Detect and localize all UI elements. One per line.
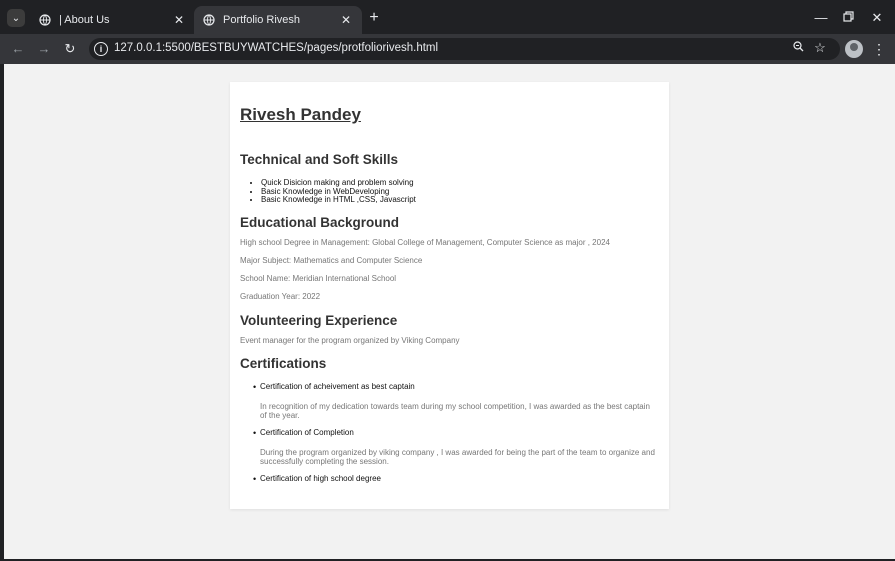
volunteering-text: Event manager for the program organized … xyxy=(240,335,460,345)
bookmark-star-icon[interactable]: ☆ xyxy=(812,40,828,56)
volunteering-heading: Volunteering Experience xyxy=(240,312,398,328)
minimize-icon[interactable]: — xyxy=(813,10,829,26)
portfolio-card: Rivesh Pandey Technical and Soft Skills … xyxy=(230,82,669,509)
tab-strip: ⌄ | About Us ✕ Portfolio Rivesh ✕ + — ✕ xyxy=(0,0,895,34)
url-text[interactable]: 127.0.0.1:5500/BESTBUYWATCHES/pages/prot… xyxy=(114,42,438,54)
page-viewport: Rivesh Pandey Technical and Soft Skills … xyxy=(4,64,895,559)
certification-title: Certification of high school degree xyxy=(253,474,659,483)
tab-about-us[interactable]: | About Us ✕ xyxy=(30,6,195,34)
skills-heading: Technical and Soft Skills xyxy=(240,152,399,167)
tab-title: Portfolio Rivesh xyxy=(223,14,301,26)
close-icon[interactable]: ✕ xyxy=(171,12,187,28)
education-heading: Educational Background xyxy=(240,214,400,230)
zoom-icon[interactable] xyxy=(790,41,806,57)
education-degree: High school Degree in Management: Global… xyxy=(240,237,610,247)
browser-toolbar: ← → ↻ i 127.0.0.1:5500/BESTBUYWATCHES/pa… xyxy=(0,34,895,64)
certification-description: During the program organized by viking c… xyxy=(260,447,655,466)
certification-description: In recognition of my dedication towards … xyxy=(260,401,650,420)
education-section: High school Degree in Management: Global… xyxy=(240,237,659,301)
forward-icon[interactable]: → xyxy=(36,41,52,57)
close-window-icon[interactable]: ✕ xyxy=(869,10,885,26)
close-icon[interactable]: ✕ xyxy=(338,12,354,28)
globe-icon xyxy=(202,13,216,27)
education-major: Major Subject: Mathematics and Computer … xyxy=(240,255,423,265)
skills-list: Quick Disicion making and problem solvin… xyxy=(240,178,659,205)
list-item: Certification of Completion During the p… xyxy=(253,428,659,466)
chevron-down-icon: ⌄ xyxy=(11,12,21,24)
new-tab-button[interactable]: + xyxy=(366,10,382,26)
education-school: School Name: Meridian International Scho… xyxy=(240,273,397,283)
more-menu-icon[interactable]: ⋮ xyxy=(872,41,886,57)
back-icon[interactable]: ← xyxy=(10,41,26,57)
address-bar[interactable]: i 127.0.0.1:5500/BESTBUYWATCHES/pages/pr… xyxy=(89,38,840,60)
certification-title: Certification of acheivement as best cap… xyxy=(253,382,659,391)
restore-icon[interactable] xyxy=(840,10,856,26)
globe-icon xyxy=(38,13,52,27)
certifications-list: Certification of acheivement as best cap… xyxy=(240,382,659,483)
certifications-heading: Certifications xyxy=(240,355,327,371)
tab-title: | About Us xyxy=(59,14,110,26)
page-title: Rivesh Pandey xyxy=(240,105,361,124)
certification-title: Certification of Completion xyxy=(253,428,659,437)
site-info-icon[interactable]: i xyxy=(94,42,108,56)
list-item: Basic Knowledge in HTML ,CSS, Javascript xyxy=(261,195,659,205)
profile-avatar[interactable] xyxy=(845,40,863,58)
reload-icon[interactable]: ↻ xyxy=(62,41,78,57)
tab-search-button[interactable]: ⌄ xyxy=(7,9,25,27)
education-graduation: Graduation Year: 2022 xyxy=(240,291,321,301)
tab-portfolio-rivesh[interactable]: Portfolio Rivesh ✕ xyxy=(194,6,362,34)
list-item: Certification of acheivement as best cap… xyxy=(253,382,659,420)
list-item: Certification of high school degree xyxy=(253,474,659,483)
